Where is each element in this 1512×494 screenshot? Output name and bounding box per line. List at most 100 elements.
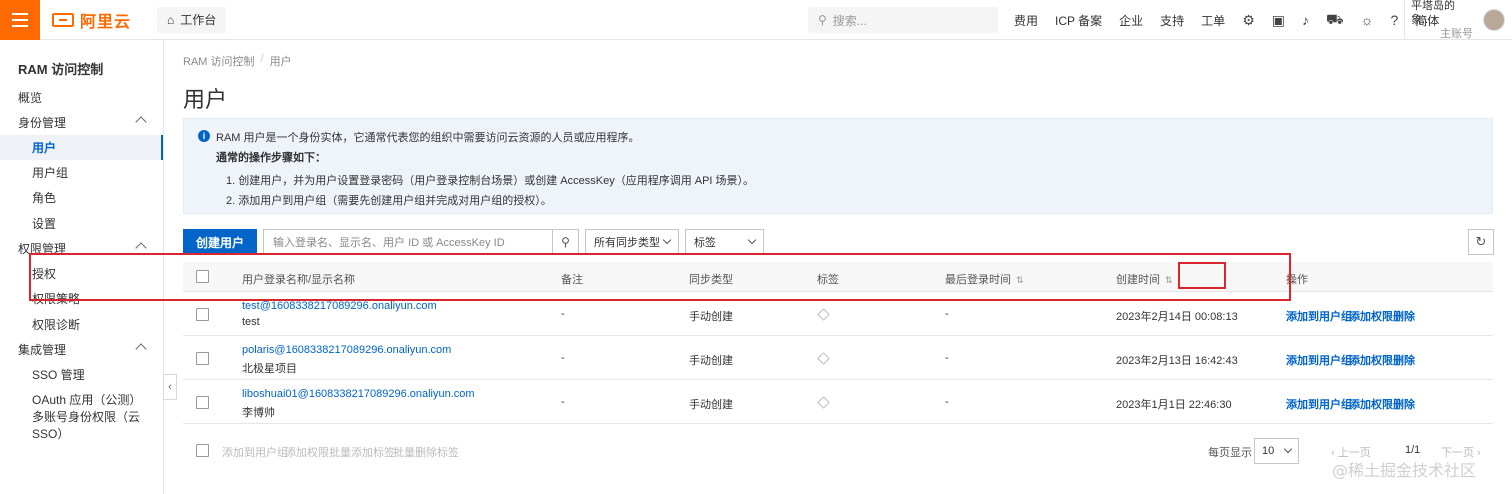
- table-row: liboshuai01@1608338217089296.onaliyun.co…: [183, 380, 1493, 424]
- footer-select-all-checkbox[interactable]: [196, 444, 209, 457]
- breadcrumb-root[interactable]: RAM 访问控制: [183, 53, 255, 69]
- watermark: @稀土掘金技术社区: [1332, 461, 1477, 480]
- sidebar-item-sso[interactable]: SSO 管理: [0, 362, 163, 387]
- sidebar-group-permissions[interactable]: 权限管理: [0, 236, 163, 261]
- user-created-time: 2023年1月1日 22:46:30: [1116, 399, 1232, 411]
- top-bar: 阿里云 ⌂ 工作台 ⚲ 搜索... 费用 ICP 备案 企业 支持 工单 ⚙ ▣…: [0, 0, 1512, 40]
- sidebar-item-overview[interactable]: 概览: [0, 85, 163, 110]
- add-permission-button[interactable]: 添加权限: [1349, 308, 1393, 324]
- sidebar-item-grants[interactable]: 授权: [0, 261, 163, 286]
- add-to-group-button[interactable]: 添加到用户组: [1286, 308, 1352, 324]
- aliyun-logo[interactable]: 阿里云: [52, 0, 131, 40]
- refresh-icon: ↻: [1475, 234, 1487, 249]
- top-link-billing[interactable]: 费用: [1014, 12, 1038, 29]
- sidebar-group-integration[interactable]: 集成管理: [0, 337, 163, 362]
- tag-icon[interactable]: [817, 352, 830, 365]
- sidebar-group-identity[interactable]: 身份管理: [0, 110, 163, 135]
- cart-icon[interactable]: ⛟: [1326, 11, 1344, 30]
- tag-icon[interactable]: [817, 396, 830, 409]
- breadcrumb-current: 用户: [269, 56, 292, 68]
- bulk-add-group-button[interactable]: 添加到用户组: [222, 444, 288, 460]
- sidebar-item-diagnosis[interactable]: 权限诊断: [0, 312, 163, 337]
- search-icon: ⚲: [818, 13, 827, 27]
- user-created-time: 2023年2月14日 00:08:13: [1116, 311, 1238, 323]
- sidebar: RAM 访问控制 概览 身份管理 用户 用户组 角色 设置 权限管理 授权 权限…: [0, 40, 164, 494]
- top-link-support[interactable]: 支持: [1160, 12, 1184, 29]
- column-header-created[interactable]: 创建时间 ⇅: [1116, 271, 1173, 287]
- global-search-input[interactable]: ⚲ 搜索...: [808, 7, 998, 33]
- user-last-login: -: [945, 352, 949, 364]
- delete-button[interactable]: 删除: [1393, 352, 1415, 368]
- row-checkbox[interactable]: [196, 308, 209, 321]
- add-to-group-button[interactable]: 添加到用户组: [1286, 352, 1352, 368]
- help-icon[interactable]: ?: [1390, 12, 1398, 28]
- chevron-down-icon: [662, 235, 672, 245]
- aliyun-logo-icon: [52, 12, 74, 27]
- sidebar-item-roles[interactable]: 角色: [0, 185, 163, 210]
- refresh-button[interactable]: ↻: [1468, 229, 1494, 255]
- column-header-actions: 操作: [1286, 274, 1308, 286]
- add-permission-button[interactable]: 添加权限: [1349, 396, 1393, 412]
- column-header-tags: 标签: [817, 274, 839, 286]
- tag-select[interactable]: 标签: [685, 229, 765, 255]
- table-row: test@1608338217089296.onaliyun.com test …: [183, 292, 1493, 336]
- row-checkbox[interactable]: [196, 396, 209, 409]
- add-to-group-button[interactable]: 添加到用户组: [1286, 396, 1352, 412]
- notice-line: 通常的操作步骤如下：: [216, 152, 326, 164]
- cloud-shell-icon[interactable]: ⚙: [1242, 12, 1255, 29]
- terminal-icon[interactable]: ▣: [1272, 12, 1285, 29]
- column-header-last-login[interactable]: 最后登录时间 ⇅: [945, 271, 1024, 287]
- top-links: 费用 ICP 备案 企业 支持 工单 ⚙ ▣ ♪ ⛟ ☼ ? 简体: [1014, 0, 1439, 40]
- chevron-down-icon: [747, 235, 757, 245]
- column-header-name: 用户登录名称/显示名称: [242, 274, 356, 286]
- table-row: polaris@1608338217089296.onaliyun.com 北极…: [183, 336, 1493, 380]
- chevron-up-icon: [135, 242, 147, 254]
- workbench-button[interactable]: ⌂ 工作台: [157, 6, 227, 33]
- user-login-link[interactable]: test@1608338217089296.onaliyun.com: [242, 300, 437, 312]
- sync-type-select[interactable]: 所有同步类型: [585, 229, 680, 255]
- avatar[interactable]: [1483, 9, 1505, 31]
- chevron-up-icon: [135, 116, 147, 128]
- user-login-link[interactable]: liboshuai01@1608338217089296.onaliyun.co…: [242, 388, 475, 400]
- bulb-icon[interactable]: ☼: [1361, 12, 1374, 28]
- page-size-label: 每页显示: [1208, 447, 1252, 459]
- delete-button[interactable]: 删除: [1393, 308, 1415, 324]
- tag-icon[interactable]: [817, 308, 830, 321]
- top-link-enterprise[interactable]: 企业: [1119, 12, 1143, 29]
- user-login-link[interactable]: polaris@1608338217089296.onaliyun.com: [242, 344, 451, 356]
- info-notice: i RAM 用户是一个身份实体，它通常代表您的组织中需要访问云资源的人员或应用程…: [183, 118, 1493, 214]
- user-display-name: 李博帅: [242, 407, 275, 419]
- notice-line: RAM 用户是一个身份实体，它通常代表您的组织中需要访问云资源的人员或应用程序。: [216, 132, 640, 144]
- menu-icon[interactable]: [0, 0, 40, 40]
- sidebar-item-policies[interactable]: 权限策略: [0, 286, 163, 311]
- page-size-select[interactable]: 10: [1254, 438, 1299, 464]
- sidebar-item-settings[interactable]: 设置: [0, 211, 163, 236]
- search-button[interactable]: ⚲: [553, 229, 580, 255]
- top-link-icp[interactable]: ICP 备案: [1055, 12, 1102, 29]
- top-link-ticket[interactable]: 工单: [1201, 12, 1225, 29]
- row-checkbox[interactable]: [196, 352, 209, 365]
- notice-line: 1. 创建用户，并为用户设置登录密码（用户登录控制台场景）或创建 AccessK…: [226, 175, 755, 187]
- bulk-add-tag-button[interactable]: 批量添加标签: [329, 444, 395, 460]
- user-sync-type: 手动创建: [689, 399, 733, 411]
- sidebar-item-user-groups[interactable]: 用户组: [0, 160, 163, 185]
- sort-icon[interactable]: ⇅: [1016, 275, 1024, 285]
- bulk-add-permission-button[interactable]: 添加权限: [285, 444, 329, 460]
- info-icon: i: [198, 130, 210, 142]
- bulk-delete-tag-button[interactable]: 批量删除标签: [393, 444, 459, 460]
- main-content: RAM 访问控制 / 用户 用户 i RAM 用户是一个身份实体，它通常代表您的…: [164, 40, 1512, 494]
- user-account-type: 主账号: [1440, 28, 1473, 40]
- user-sync-type: 手动创建: [689, 355, 733, 367]
- user-menu[interactable]: 平塔岛的象... 主账号: [1404, 0, 1512, 40]
- sort-icon[interactable]: ⇅: [1165, 275, 1173, 285]
- column-header-sync: 同步类型: [689, 274, 733, 286]
- user-name: 平塔岛的象...: [1411, 0, 1455, 26]
- sidebar-item-users[interactable]: 用户: [0, 135, 163, 160]
- bell-icon[interactable]: ♪: [1302, 12, 1309, 28]
- user-search-input[interactable]: 输入登录名、显示名、用户 ID 或 AccessKey ID: [263, 229, 554, 255]
- add-permission-button[interactable]: 添加权限: [1349, 352, 1393, 368]
- create-user-button[interactable]: 创建用户: [183, 229, 258, 255]
- sidebar-item-cloud-sso[interactable]: 多账号身份权限（云 SSO）: [0, 410, 163, 441]
- select-all-checkbox[interactable]: [196, 270, 209, 283]
- delete-button[interactable]: 删除: [1393, 396, 1415, 412]
